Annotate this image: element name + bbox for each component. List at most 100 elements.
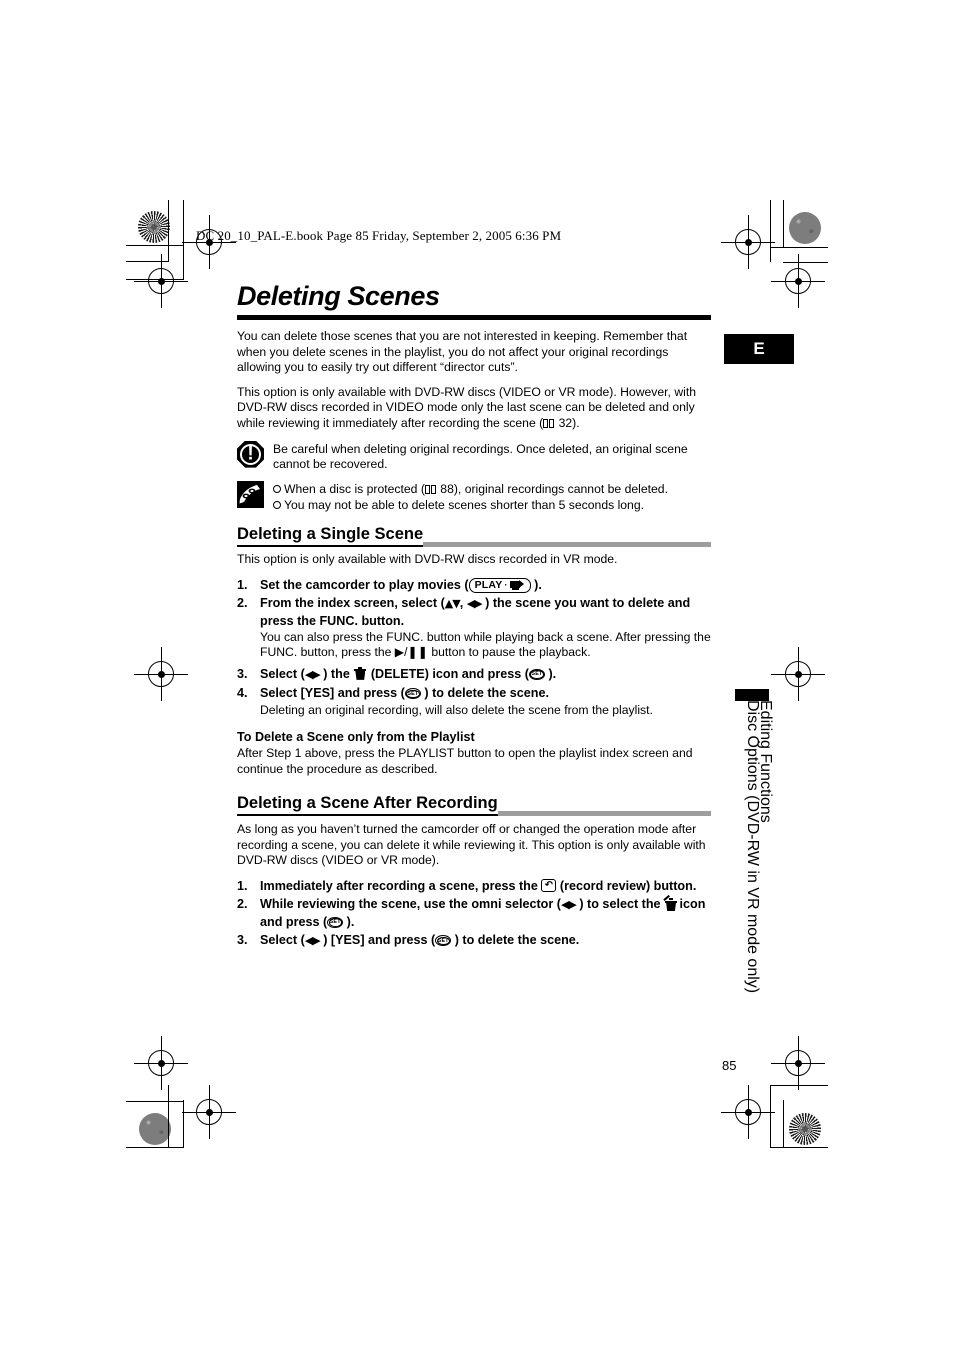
section-heading-label: Deleting a Scene After Recording [237,794,498,817]
section-heading-single-scene: Deleting a Single Scene [237,525,711,548]
registration-mark [721,215,775,269]
step-number: 2. [237,596,248,611]
crop-line [783,262,828,264]
play-badge-label: PLAY [474,578,503,591]
set-button-label: SET [531,671,543,678]
note-bullet-ref: 88 [440,482,454,497]
crop-line [770,247,828,249]
sidebar-section-title: Disc Options (DVD-RW in VR mode only) [744,700,761,994]
registration-mark [182,1085,236,1139]
left-right-arrows-icon: ◀▶ [304,934,321,948]
delete-trash-icon [663,895,678,912]
step-text-pre: Immediately after recording a scene, pre… [260,879,542,893]
play-mode-badge: PLAY · [468,577,531,593]
title-rule [237,315,711,320]
step-text-post2: (DELETE) icon and press ( [367,666,529,681]
crop-line [770,1147,828,1149]
step-number: 3. [237,666,248,681]
registration-mark [134,254,188,308]
step-text-pre: From the index screen, select ( [260,596,445,611]
bullet-circle-icon [273,500,281,509]
crop-line [770,200,772,262]
registration-mark [771,254,825,308]
step-text-pre: While reviewing the scene, use the omni … [260,897,561,912]
document-page: DC 20_10_PAL-E.book Page 85 Friday, Sept… [0,0,954,1351]
step-text-pre: Select ( [260,933,305,948]
registration-mark [134,647,188,701]
registration-mark [771,647,825,701]
crop-line [126,1147,184,1149]
print-control-patch-bottom-left [139,1113,171,1145]
section2-lead: As long as you haven’t turned the camcor… [237,822,706,868]
warning-callout: ! Be careful when deleting original reco… [237,440,711,473]
main-content: Deleting Scenes You can delete those sce… [237,281,711,952]
movie-camera-icon [509,580,525,590]
crop-line [126,245,184,247]
crop-line [770,1085,772,1147]
playlist-subheading: To Delete a Scene only from the Playlist [237,730,475,745]
step-text-post2: ) to delete the scene. [451,933,580,948]
step-number: 4. [237,686,248,701]
step-text-mid: , [459,596,467,611]
step-text-post: ) to select the [575,897,665,912]
step-number: 3. [237,933,248,948]
step-text-post: ) the [319,666,354,681]
language-tab: E [724,334,794,364]
left-right-arrows-icon: ◀▶ [466,597,483,611]
print-control-patch-top-left [138,211,170,243]
left-right-arrows-icon: ◀▶ [304,667,321,681]
crop-line [168,1085,170,1147]
set-button-icon: SET [528,668,545,680]
book-file-header: DC 20_10_PAL-E.book Page 85 Friday, Sept… [196,228,562,243]
intro-paragraph-2-text: This option is only available with DVD-R… [237,384,696,430]
set-button-label: SET [407,690,419,697]
crop-line [183,1100,185,1147]
intro-paragraph-2: This option is only available with DVD-R… [237,385,711,432]
up-down-arrows-icon: ▲▼ [444,597,461,611]
record-review-icon: ↶ [541,879,557,892]
sidebar-section-label: Disc Options (DVD-RW in VR mode only) [743,700,761,993]
step-number: 2. [237,897,248,912]
set-button-icon: SET [327,916,344,928]
warning-callout-text: Be careful when deleting original record… [273,441,688,471]
set-button-label: SET [437,937,449,944]
step-text-pre: Set the camcorder to play movies ( [260,577,469,592]
delete-trash-icon [353,666,367,681]
warning-exclamation-icon: ! [237,440,264,468]
page-number: 85 [722,1058,737,1073]
crop-line [770,1085,828,1087]
set-button-label: SET [329,919,341,926]
badge-dot-icon: · [504,579,508,590]
warning-mark: ! [247,443,254,465]
note-callout: When a disc is protected ( 88), original… [237,481,711,513]
step-item: 4. Select [YES] and press (SET ) to delet… [237,685,711,718]
step-text-pre: Select [YES] and press ( [260,686,405,701]
crop-line [783,1100,785,1147]
registration-mark [721,1085,775,1139]
step-text-post: ) [YES] and press ( [319,933,436,948]
crop-line [126,261,169,263]
step-text-post: (record review) button. [556,879,697,893]
bullet-circle-icon [273,485,281,494]
section-heading-label: Deleting a Single Scene [237,525,424,548]
section-heading-after-recording: Deleting a Scene After Recording [237,794,711,817]
step-number: 1. [237,577,248,592]
registration-mark [134,1036,188,1090]
step-text-post3: ). [343,914,355,929]
intro-paragraph-2-tail: 32). [555,415,580,430]
set-button-icon: SET [435,935,452,947]
section1-lead: This option is only available with DVD-R… [237,552,618,567]
crop-line [783,200,785,248]
step-item: 2. While reviewing the scene, use the omn… [237,895,711,930]
left-right-arrows-icon: ◀▶ [560,898,577,912]
intro-paragraph-1: You can delete those scenes that you are… [237,329,688,375]
playlist-body: After Step 1 above, press the PLAYLIST b… [237,746,693,776]
step-item: 3. Select (◀▶ ) [YES] and press (SET ) to… [237,932,711,949]
step-item: 1. Immediately after recording a scene, p… [237,878,711,894]
page-reference-icon [543,418,555,428]
set-button-icon: SET [404,688,421,700]
print-control-patch-bottom-right [789,1113,821,1145]
registration-mark [771,1036,825,1090]
step-item: 1. Set the camcorder to play movies (PLAY… [237,577,711,593]
note-bullet: You may not be able to delete scenes sho… [273,498,668,513]
